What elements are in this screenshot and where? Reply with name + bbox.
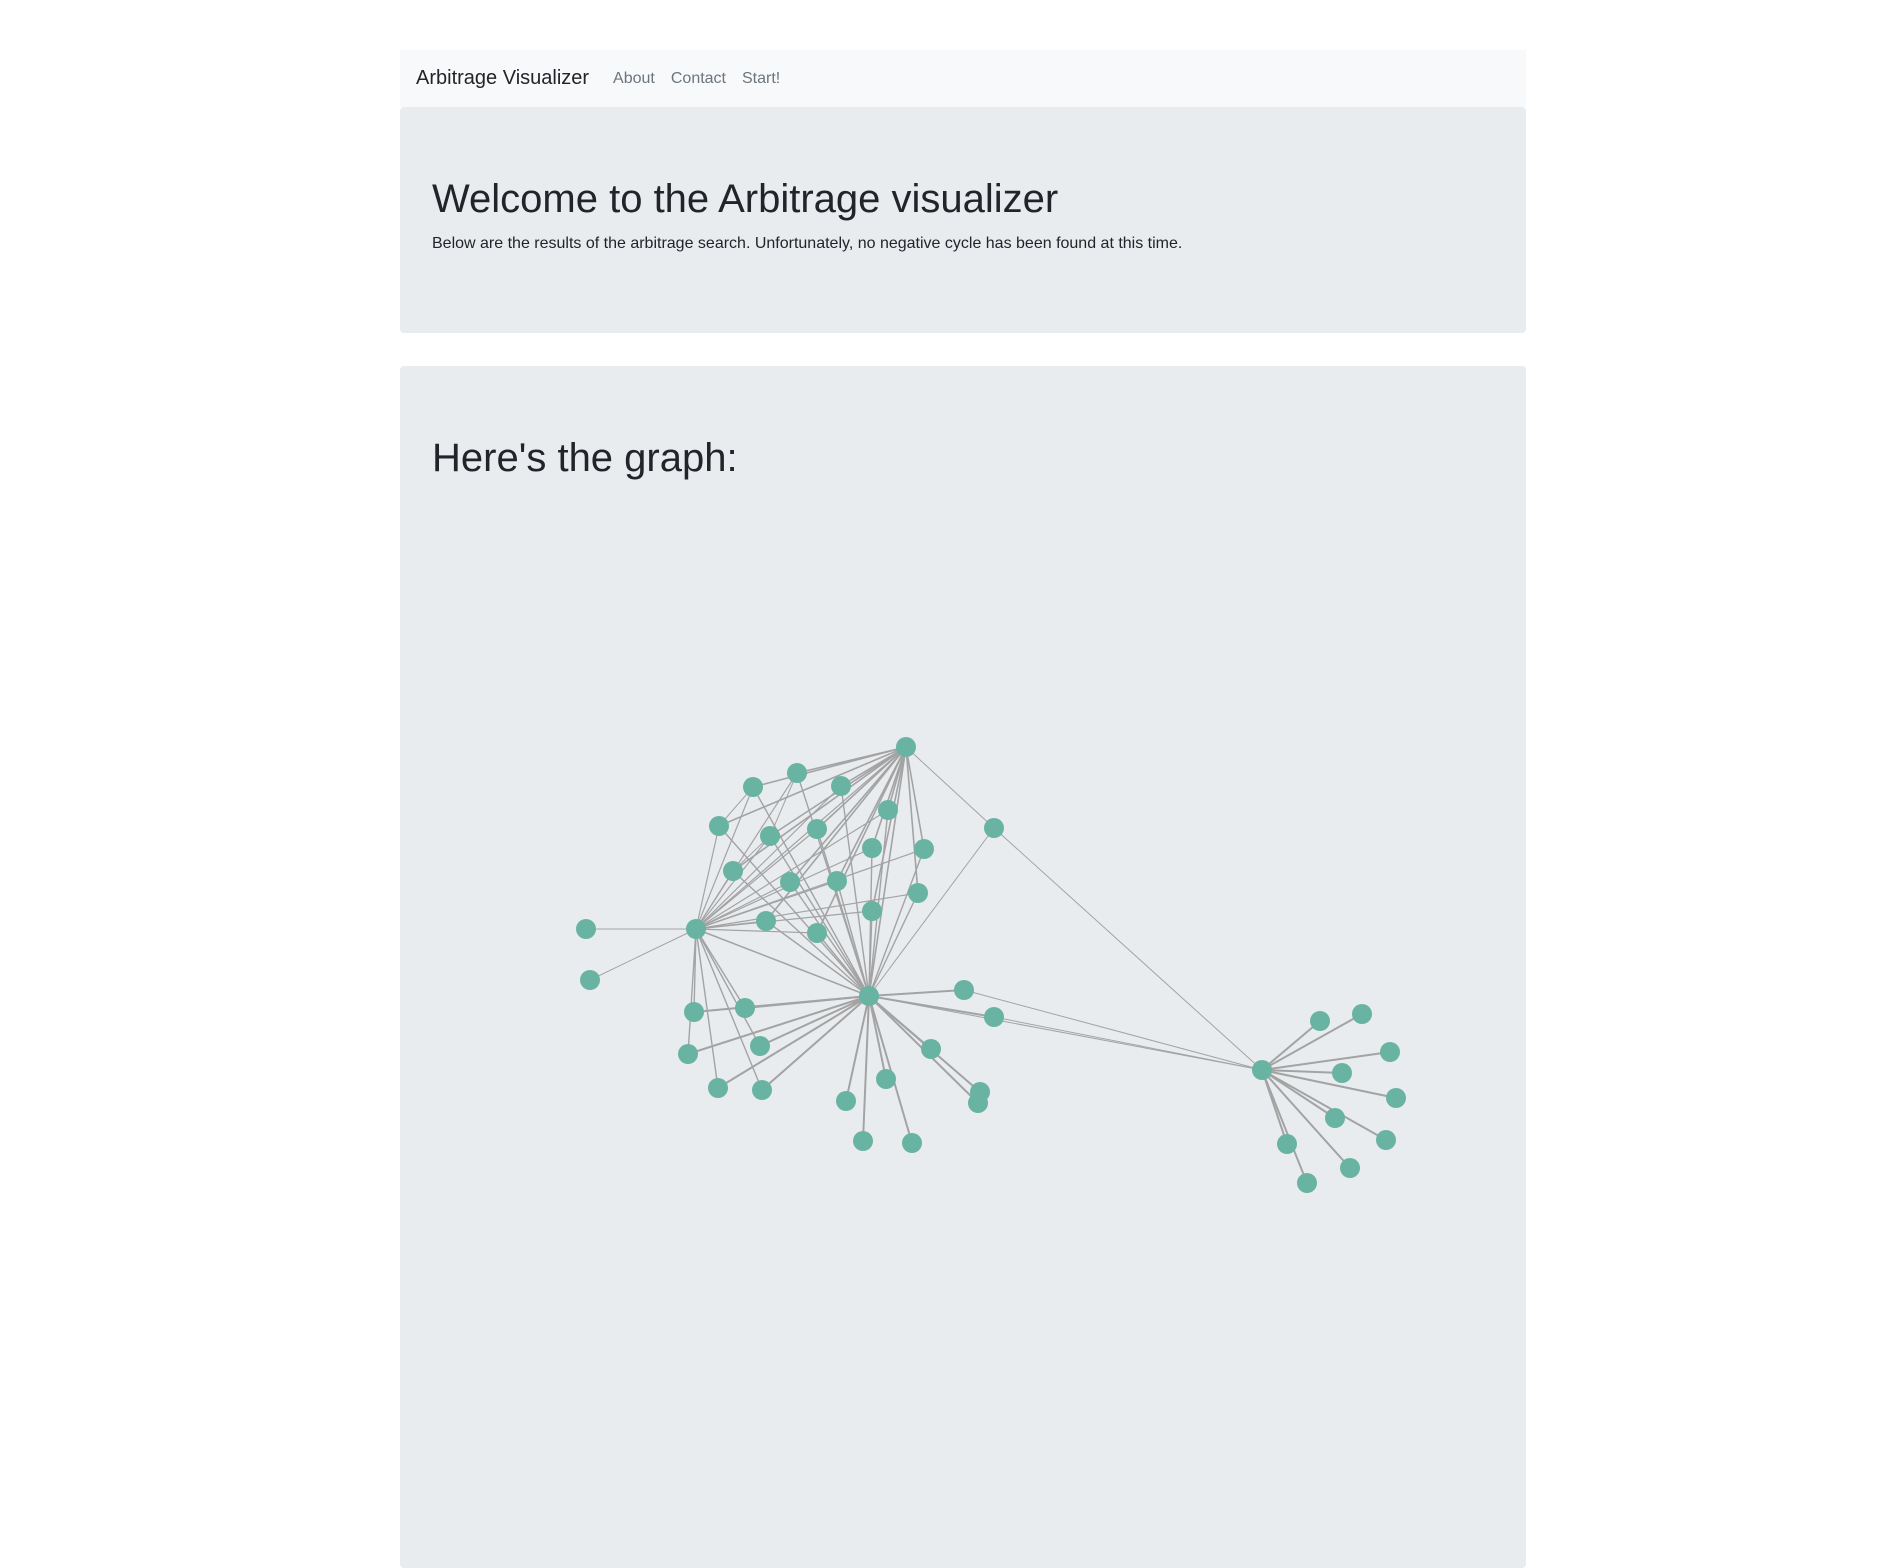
graph-node[interactable] — [1297, 1173, 1317, 1193]
graph-panel: Here's the graph: — [400, 366, 1526, 1568]
graph-node[interactable] — [686, 919, 706, 939]
page-container: Arbitrage Visualizer About Contact Start… — [400, 50, 1526, 1568]
graph-edge — [905, 746, 995, 829]
graph-node[interactable] — [862, 838, 882, 858]
graph-edge — [789, 881, 870, 997]
graph-edge — [695, 892, 919, 930]
graph-node[interactable] — [968, 1093, 988, 1113]
graph-edge — [993, 1016, 1263, 1071]
graph-node[interactable] — [1376, 1130, 1396, 1150]
graph-node[interactable] — [750, 1036, 770, 1056]
graph-edge — [905, 746, 925, 850]
graph-node[interactable] — [1332, 1063, 1352, 1083]
graph-node[interactable] — [914, 839, 934, 859]
graph-edge — [796, 746, 907, 774]
navbar-brand[interactable]: Arbitrage Visualizer — [416, 67, 589, 90]
graph-edge — [1261, 1069, 1387, 1141]
graph-node[interactable] — [1310, 1011, 1330, 1031]
graph-node[interactable] — [984, 818, 1004, 838]
graph-node[interactable] — [878, 800, 898, 820]
graph-node[interactable] — [827, 871, 847, 891]
graph-node[interactable] — [1386, 1088, 1406, 1108]
graph-node[interactable] — [760, 826, 780, 846]
graph-node[interactable] — [678, 1044, 698, 1064]
graph-node[interactable] — [576, 919, 596, 939]
graph-edge — [695, 928, 870, 997]
graph-node[interactable] — [902, 1133, 922, 1153]
graph-node[interactable] — [752, 1080, 772, 1100]
graph-title: Here's the graph: — [432, 436, 738, 480]
network-graph[interactable] — [400, 366, 1526, 1568]
graph-node[interactable] — [787, 763, 807, 783]
graph-node[interactable] — [1252, 1060, 1272, 1080]
graph-node[interactable] — [1325, 1108, 1345, 1128]
graph-edge — [1261, 1069, 1308, 1184]
graph-node[interactable] — [876, 1069, 896, 1089]
graph-node[interactable] — [684, 1002, 704, 1022]
graph-node[interactable] — [853, 1131, 873, 1151]
graph-node[interactable] — [921, 1039, 941, 1059]
navbar: Arbitrage Visualizer About Contact Start… — [400, 50, 1526, 107]
graph-node[interactable] — [859, 986, 879, 1006]
nav-link-start[interactable]: Start! — [742, 70, 780, 88]
graph-node[interactable] — [807, 923, 827, 943]
graph-edge — [761, 995, 870, 1091]
graph-edge — [905, 746, 919, 894]
graph-edge — [868, 995, 1263, 1071]
graph-node[interactable] — [896, 737, 916, 757]
graph-node[interactable] — [756, 911, 776, 931]
graph-node[interactable] — [1340, 1158, 1360, 1178]
nav-link-contact[interactable]: Contact — [671, 70, 726, 88]
graph-node[interactable] — [954, 980, 974, 1000]
graph-node[interactable] — [836, 1091, 856, 1111]
graph-node[interactable] — [743, 777, 763, 797]
graph-node[interactable] — [735, 998, 755, 1018]
graph-node[interactable] — [723, 861, 743, 881]
graph-edge — [695, 928, 761, 1047]
graph-node[interactable] — [908, 883, 928, 903]
graph-node[interactable] — [580, 970, 600, 990]
nav-link-about[interactable]: About — [613, 70, 655, 88]
page-title: Welcome to the Arbitrage visualizer — [432, 177, 1059, 221]
graph-edge — [718, 825, 870, 997]
graph-node[interactable] — [831, 776, 851, 796]
graph-edge — [589, 928, 697, 981]
graph-node[interactable] — [862, 901, 882, 921]
graph-node[interactable] — [1380, 1042, 1400, 1062]
search-result-message: Below are the results of the arbitrage s… — [432, 235, 1183, 252]
graph-node[interactable] — [709, 816, 729, 836]
graph-node[interactable] — [708, 1078, 728, 1098]
graph-node[interactable] — [807, 819, 827, 839]
graph-node[interactable] — [984, 1007, 1004, 1027]
graph-edge — [695, 928, 746, 1009]
graph-node[interactable] — [1277, 1134, 1297, 1154]
graph-node[interactable] — [780, 872, 800, 892]
graph-node[interactable] — [1352, 1004, 1372, 1024]
graph-edge — [695, 786, 754, 930]
welcome-panel: Welcome to the Arbitrage visualizer Belo… — [400, 107, 1526, 333]
graph-edge — [868, 989, 965, 997]
